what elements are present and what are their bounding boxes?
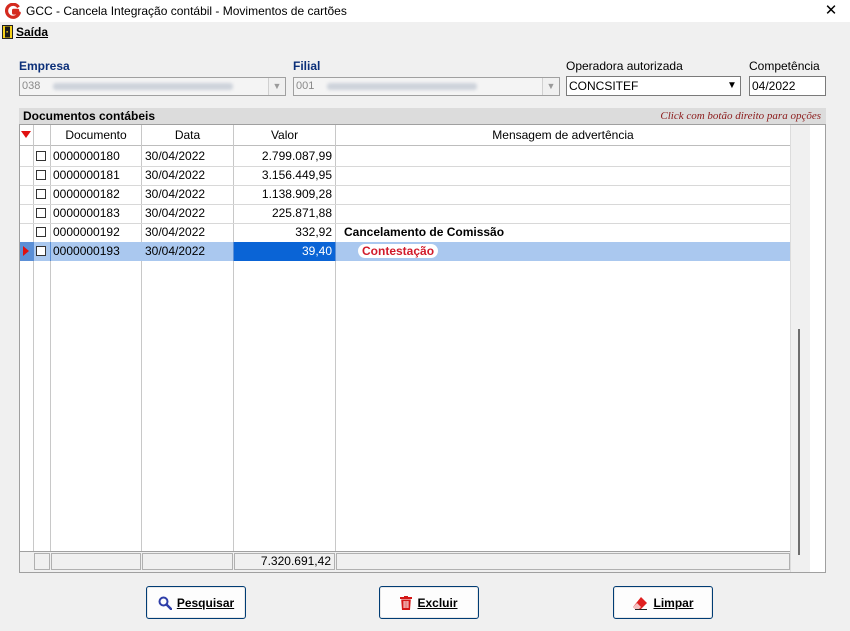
eraser-icon: [633, 596, 648, 610]
table-row[interactable]: 0000000181 30/04/2022 3.156.449,95: [20, 166, 790, 185]
cell-mensagem: Contestação: [358, 242, 439, 261]
cell-valor: 39,40: [234, 242, 335, 261]
cell-data: 30/04/2022: [145, 168, 206, 182]
warning-badge: Contestação: [358, 244, 439, 258]
competencia-value: 04/2022: [752, 79, 796, 93]
cell-data: 30/04/2022: [145, 187, 206, 201]
chevron-down-icon: ▼: [268, 78, 285, 95]
limpar-label: Limpar: [653, 595, 694, 610]
header-mensagem[interactable]: Mensagem de advertência: [336, 125, 790, 146]
filial-combo[interactable]: 001 ▼: [293, 77, 560, 96]
filial-label: Filial: [293, 59, 321, 73]
scrollbar-thumb[interactable]: [798, 329, 800, 555]
grid-hint: Click com botão direito para opções: [660, 110, 821, 122]
footer-cell: [336, 553, 790, 570]
cell-valor: 1.138.909,28: [261, 187, 332, 201]
operadora-combo[interactable]: CONCSITEF ▼: [566, 76, 741, 96]
cell-documento: 0000000183: [53, 206, 120, 220]
current-row-arrow-icon: [23, 246, 29, 256]
row-checkbox[interactable]: [36, 151, 46, 161]
header-data[interactable]: Data: [142, 125, 233, 146]
competencia-label: Competência: [749, 59, 820, 73]
documents-grid[interactable]: Documento Data Valor Mensagem de advertê…: [19, 124, 826, 573]
row-checkbox[interactable]: [36, 227, 46, 237]
cell-valor: 332,92: [295, 225, 332, 239]
app-logo-icon: [5, 3, 21, 19]
filial-value: 001: [296, 80, 315, 92]
cell-valor: 2.799.087,99: [261, 149, 332, 163]
cell-documento: 0000000180: [53, 149, 120, 163]
table-row-selected[interactable]: 0000000193 30/04/2022 39,40 Contestação: [20, 242, 790, 261]
cell-data: 30/04/2022: [145, 225, 206, 239]
grid-title: Documentos contábeis: [23, 109, 156, 123]
cell-valor: 225.871,88: [271, 206, 332, 220]
competencia-input[interactable]: 04/2022: [749, 76, 826, 96]
pesquisar-label: Pesquisar: [176, 595, 235, 610]
chevron-down-icon: ▼: [724, 77, 740, 95]
header-check[interactable]: [33, 125, 50, 146]
cell-documento: 0000000192: [53, 225, 120, 239]
cell-documento: 0000000193: [51, 242, 143, 261]
table-row[interactable]: 0000000192 30/04/2022 332,92 Cancelament…: [20, 223, 790, 242]
title-bar: GCC - Cancela Integração contábil - Movi…: [0, 0, 850, 22]
redacted-text: [53, 82, 234, 90]
empresa-label: Empresa: [19, 59, 70, 73]
footer-cell: [51, 553, 141, 570]
cell-data: 30/04/2022: [142, 242, 233, 261]
empresa-combo[interactable]: 038 ▼: [19, 77, 286, 96]
search-icon: [158, 596, 172, 610]
trash-icon: [400, 595, 413, 610]
sort-down-icon: [21, 131, 31, 138]
redacted-text: [327, 82, 478, 90]
grid-footer: 7.320.691,42: [20, 551, 790, 572]
table-row[interactable]: 0000000180 30/04/2022 2.799.087,99: [20, 147, 790, 166]
chevron-down-icon: ▼: [542, 78, 559, 95]
operadora-value: CONCSITEF: [569, 79, 639, 93]
row-checkbox[interactable]: [36, 208, 46, 218]
cell-data: 30/04/2022: [145, 149, 206, 163]
row-checkbox[interactable]: [36, 189, 46, 199]
close-button[interactable]: ✕: [820, 1, 842, 21]
row-checkbox[interactable]: [36, 170, 46, 180]
footer-cell: [142, 553, 233, 570]
table-row[interactable]: 0000000182 30/04/2022 1.138.909,28: [20, 185, 790, 204]
grid-title-bar: Documentos contábeis Click com botão dir…: [19, 108, 826, 124]
excluir-button[interactable]: Excluir: [379, 586, 479, 619]
vertical-scrollbar[interactable]: [790, 125, 810, 572]
cell-documento: 0000000181: [53, 168, 120, 182]
header-valor[interactable]: Valor: [234, 125, 335, 146]
menu-bar: Saída: [0, 22, 850, 42]
footer-cell: [34, 553, 50, 570]
total-valor: 7.320.691,42: [234, 553, 335, 570]
door-exit-icon: [2, 25, 13, 39]
empresa-value: 038: [22, 80, 41, 92]
exit-menu-item[interactable]: Saída: [2, 24, 48, 40]
cell-documento: 0000000182: [53, 187, 120, 201]
pesquisar-button[interactable]: Pesquisar: [146, 586, 246, 619]
operadora-label: Operadora autorizada: [566, 59, 683, 73]
cell-valor: 3.156.449,95: [261, 168, 332, 182]
header-indicator[interactable]: [20, 125, 33, 146]
limpar-button[interactable]: Limpar: [613, 586, 713, 619]
header-documento[interactable]: Documento: [51, 125, 141, 146]
cell-mensagem: Cancelamento de Comissão: [344, 225, 505, 239]
row-checkbox[interactable]: [36, 246, 46, 256]
cell-data: 30/04/2022: [145, 206, 206, 220]
excluir-label: Excluir: [417, 595, 458, 610]
window-title: GCC - Cancela Integração contábil - Movi…: [26, 4, 347, 18]
exit-label: Saída: [16, 25, 49, 39]
table-row[interactable]: 0000000183 30/04/2022 225.871,88: [20, 204, 790, 223]
